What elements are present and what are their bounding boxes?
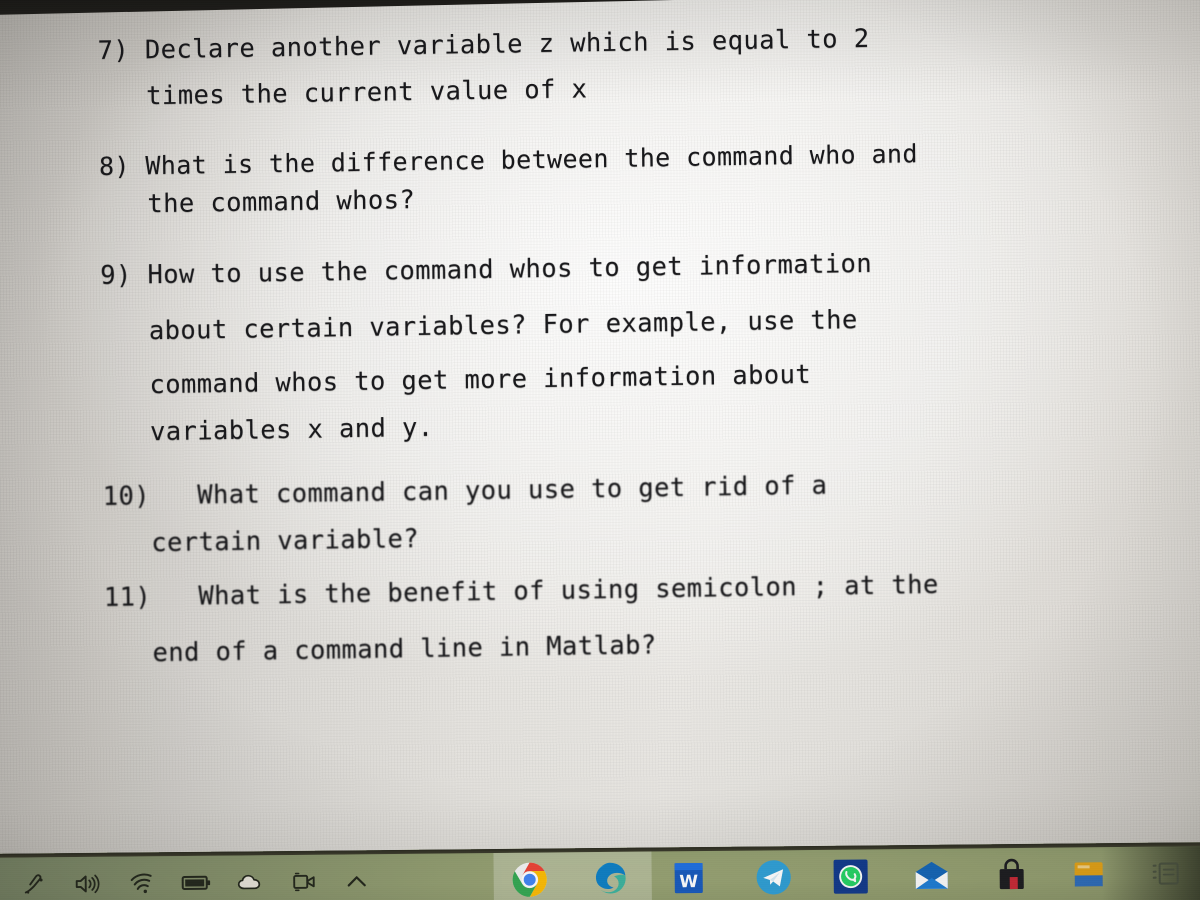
whatsapp-icon[interactable] bbox=[832, 857, 870, 895]
text-line: about certain variables? For example, us… bbox=[148, 305, 858, 347]
text-line: 11) What is the benefit of using semicol… bbox=[103, 569, 939, 613]
text-line: certain variable? bbox=[151, 523, 420, 559]
document-text-block: 7) Declare another variable z which is e… bbox=[0, 0, 1200, 846]
edge-icon[interactable] bbox=[590, 859, 630, 899]
list-view-icon[interactable] bbox=[1150, 858, 1182, 888]
text-line: 7) Declare another variable z which is e… bbox=[97, 23, 870, 66]
text-line: 8) What is the difference between the co… bbox=[98, 139, 919, 181]
text-line: end of a command line in Matlab? bbox=[152, 630, 657, 669]
text-line: command whos to get more information abo… bbox=[149, 359, 812, 401]
stylus-pen-icon[interactable] bbox=[18, 867, 52, 900]
volume-speaker-icon[interactable] bbox=[70, 867, 104, 900]
text-line: times the current value of x bbox=[146, 74, 588, 112]
folder-yellow-icon[interactable] bbox=[1070, 857, 1108, 891]
store-bag-icon[interactable] bbox=[994, 856, 1030, 894]
text-line: variables x and y. bbox=[149, 412, 434, 448]
onedrive-cloud-icon[interactable] bbox=[234, 865, 268, 899]
battery-icon[interactable] bbox=[180, 866, 214, 900]
google-partial-icon[interactable]: G bbox=[0, 868, 10, 900]
photographed-screen: 7) Declare another variable z which is e… bbox=[0, 0, 1200, 900]
word-icon[interactable]: W bbox=[672, 859, 706, 897]
webcam-icon[interactable] bbox=[288, 865, 322, 899]
text-line: 10) What command can you use to get rid … bbox=[102, 470, 828, 512]
telegram-icon[interactable] bbox=[754, 857, 794, 897]
chrome-icon[interactable] bbox=[510, 860, 550, 900]
wifi-icon[interactable] bbox=[126, 866, 160, 900]
text-line: the command whos? bbox=[147, 185, 416, 220]
mail-icon[interactable] bbox=[912, 859, 952, 893]
show-hidden-icons-chevron-icon[interactable] bbox=[340, 864, 374, 898]
text-line: 9) How to use the command whos to get in… bbox=[100, 248, 873, 291]
svg-text:W: W bbox=[679, 872, 698, 892]
google-partial-glyph: G bbox=[0, 873, 1, 897]
